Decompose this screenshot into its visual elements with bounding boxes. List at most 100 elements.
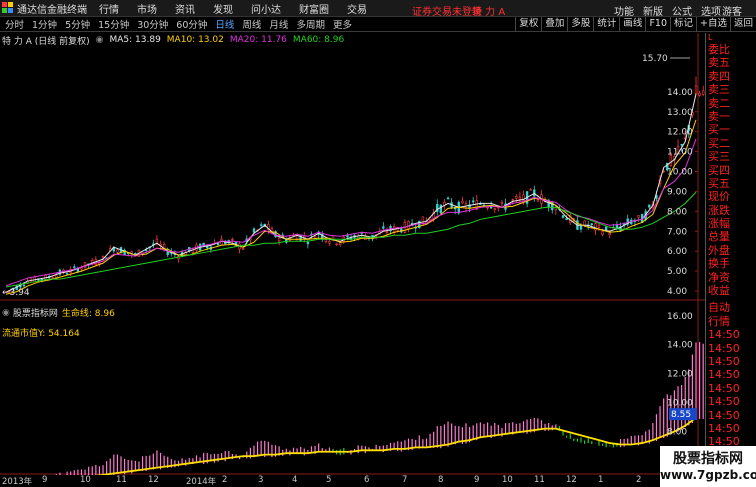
side-row: 卖二	[708, 96, 730, 110]
f10-button[interactable]: F10	[645, 17, 670, 32]
chart-area[interactable]: 15.70 ←3.94 8.55 14.00 13.00 12.00 11.00 10.0…	[0, 33, 705, 475]
candle-body	[561, 215, 565, 218]
menu-news[interactable]: 资讯	[175, 1, 195, 16]
x-tick-label: 4	[292, 475, 298, 485]
candle-body	[637, 215, 640, 218]
side-time-row[interactable]: 自动	[706, 301, 756, 314]
back-button[interactable]: 返回	[729, 17, 756, 32]
menu-formula[interactable]: 公式	[672, 3, 692, 18]
settings-dot-icon[interactable]: ◉	[96, 35, 104, 45]
adjust-button[interactable]: 复权	[515, 17, 541, 32]
candle-body	[601, 231, 604, 235]
add-watchlist-button[interactable]: +自选	[696, 17, 730, 32]
menu-function[interactable]: 功能	[614, 3, 634, 18]
guest-user[interactable]: 游客	[722, 3, 742, 18]
stats-button[interactable]: 统计	[593, 17, 619, 32]
right-menu: 功能 新版 公式 选项	[614, 3, 730, 18]
candle-body	[680, 144, 683, 146]
multi-stock-button[interactable]: 多股	[567, 17, 593, 32]
low-marker: ←3.94	[2, 288, 30, 298]
menu-ask[interactable]: 问小达	[251, 1, 281, 16]
period-intraday[interactable]: 分时	[5, 17, 24, 31]
menu-new-version[interactable]: 新版	[643, 3, 663, 18]
x-tick-label: 10	[502, 475, 513, 485]
menu-market[interactable]: 市场	[137, 1, 157, 16]
period-30min[interactable]: 30分钟	[137, 17, 168, 31]
x-tick-label: 9	[42, 475, 48, 485]
candle-body	[590, 223, 593, 225]
x-tick-label: 2	[222, 475, 228, 485]
candle-body	[486, 206, 489, 209]
period-15min[interactable]: 15分钟	[98, 17, 129, 31]
candle-body	[101, 255, 105, 259]
ma60-line	[5, 191, 697, 288]
candle-body	[65, 273, 69, 275]
flow-market-value: 流通市值Y: 54.164	[2, 329, 80, 339]
menu-trade[interactable]: 交易	[347, 1, 367, 16]
period-1min[interactable]: 1分钟	[32, 17, 57, 31]
candle-body	[277, 237, 281, 242]
ma20-label: MA20: 11.76	[229, 35, 287, 45]
side-time-row: 14:50	[708, 395, 740, 409]
y-tick-label: 6.00	[667, 247, 687, 257]
main-chart-info: 特 力 A (日线 前复权) ◉ MA5: 13.89 MA10: 13.02 …	[2, 34, 350, 47]
candle-body	[518, 196, 522, 200]
period-60min[interactable]: 60分钟	[176, 17, 207, 31]
side-row: 换手	[708, 257, 730, 271]
overlay-button[interactable]: 叠加	[541, 17, 567, 32]
candle-body	[565, 218, 568, 221]
period-monthly[interactable]: 月线	[269, 17, 288, 31]
draw-button[interactable]: 画线	[619, 17, 645, 32]
candle-body	[385, 231, 389, 233]
site-watermark: 股票指标网 www.7gpzb.com	[660, 446, 756, 487]
candle-body	[55, 274, 58, 278]
sub-chart-info: ◉ 股票指标网 生命线: 8.96	[2, 306, 115, 320]
sub-y-tick-label: 10.00	[667, 399, 693, 409]
side-row: 买四	[708, 163, 730, 177]
y-tick-label: 5.00	[667, 267, 687, 277]
period-more[interactable]: 更多	[333, 17, 352, 31]
menu-wealth-circle[interactable]: 财富圈	[299, 1, 329, 16]
sub-y-tick-label: 12.00	[667, 370, 693, 380]
x-tick-label: 12	[148, 475, 159, 485]
menu-quotes[interactable]: 行情	[99, 1, 119, 16]
candle-body	[252, 228, 256, 233]
side-time-row: 14:50	[708, 381, 740, 395]
x-tick-label: 6	[364, 475, 370, 485]
period-weekly[interactable]: 周线	[242, 17, 261, 31]
menu-discover[interactable]: 发现	[213, 1, 233, 16]
y-tick-label: 14.00	[667, 88, 693, 98]
ma60-label: MA60: 8.96	[292, 35, 345, 45]
candle-body	[339, 242, 342, 246]
y-tick-label: 12.00	[667, 128, 693, 138]
sub-y-tick-label: 8.00	[667, 428, 687, 438]
sub-y-tick-label: 16.00	[667, 312, 693, 322]
mark-button[interactable]: 标记	[670, 17, 696, 32]
y-tick-label: 13.00	[667, 108, 693, 118]
candle-body	[73, 266, 76, 268]
x-tick-label: 1	[598, 475, 604, 485]
x-tick-label: 2	[636, 475, 642, 485]
side-row: 净资	[708, 270, 730, 284]
candle-body	[536, 199, 540, 202]
life-line-label: 生命线: 8.96	[61, 309, 115, 319]
candle-body	[515, 196, 518, 199]
period-5min[interactable]: 5分钟	[65, 17, 90, 31]
candle-body	[51, 277, 54, 279]
watermark-title: 股票指标网	[673, 451, 743, 467]
y-tick-label: 11.00	[667, 148, 693, 158]
side-time-row: 14:50	[708, 341, 740, 355]
x-tick-label: 5	[326, 475, 332, 485]
x-tick-label: 9	[474, 475, 480, 485]
side-row: 外盘	[708, 243, 730, 257]
stock-period-label: 特 力 A (日线 前复权)	[2, 36, 90, 47]
ma10-label: MA10: 13.02	[166, 35, 224, 45]
side-time-row: 行情	[708, 314, 730, 328]
period-daily[interactable]: 日线	[215, 17, 234, 31]
side-row: 收益	[708, 284, 730, 298]
indicator-dot-icon[interactable]: ◉	[2, 308, 10, 318]
candle-body	[446, 197, 450, 200]
candle-body	[694, 85, 698, 94]
menu-options[interactable]: 选项	[701, 3, 721, 18]
period-multi[interactable]: 多周期	[296, 17, 325, 31]
